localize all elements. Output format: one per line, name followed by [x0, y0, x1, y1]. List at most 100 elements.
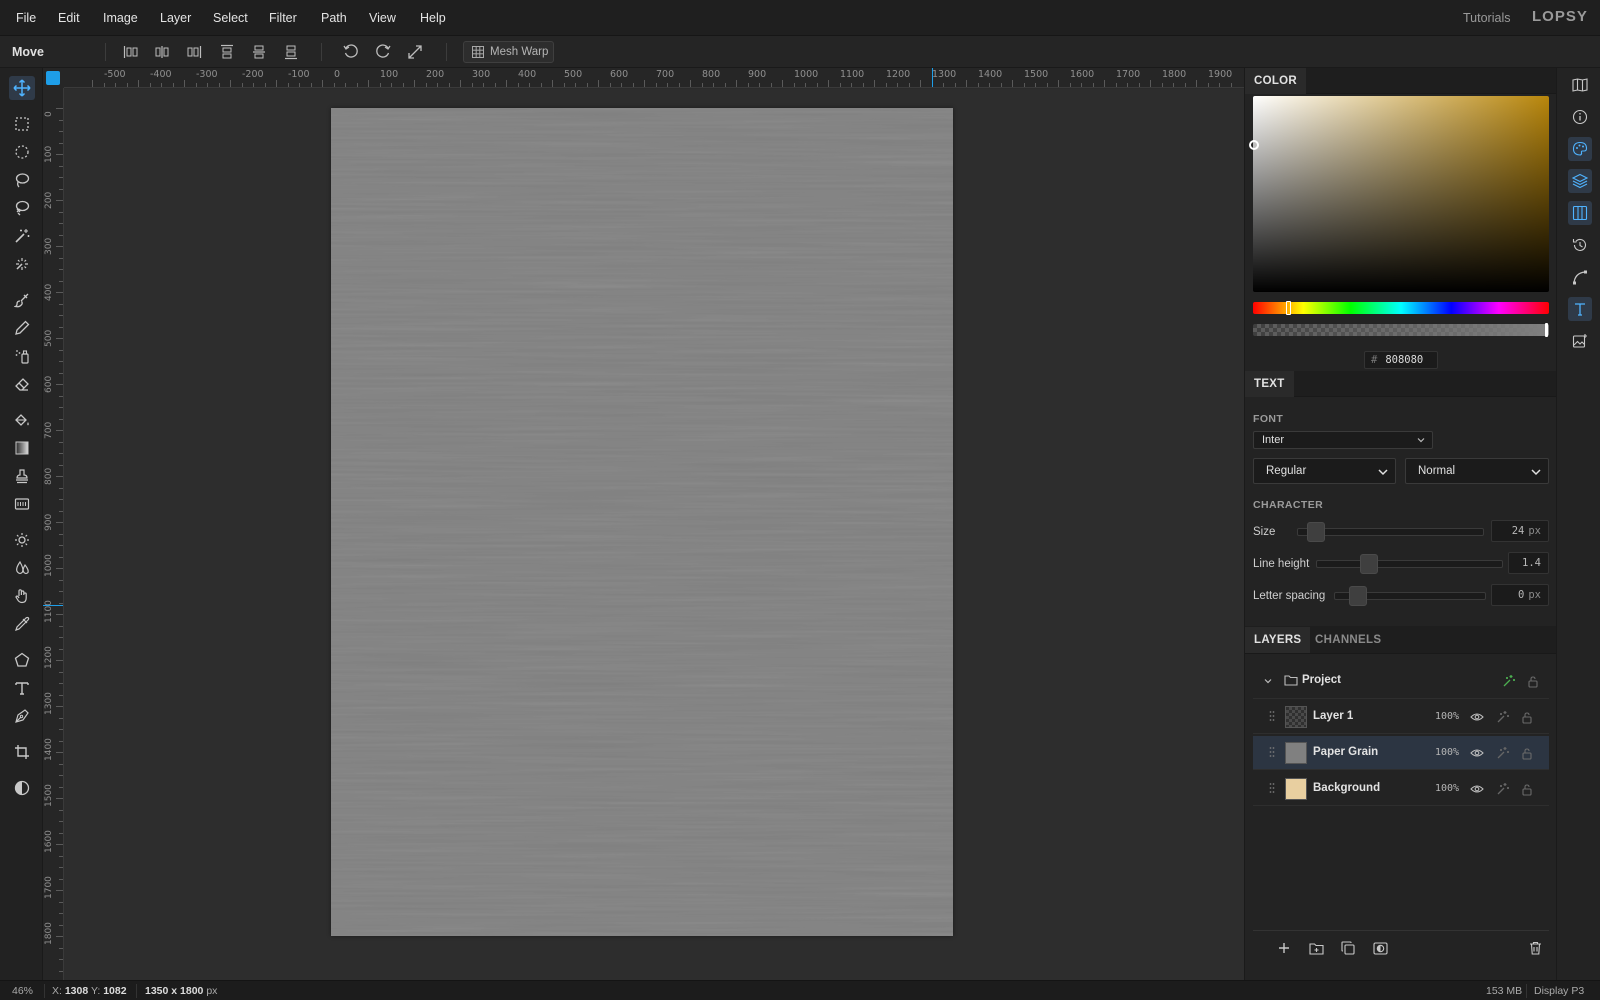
new-group-icon[interactable] — [1306, 938, 1326, 958]
color-picker-cursor[interactable] — [1249, 140, 1259, 150]
line-height-slider-thumb[interactable] — [1360, 554, 1378, 574]
channels-icon[interactable] — [1568, 201, 1592, 225]
effects-icon[interactable] — [1501, 673, 1517, 689]
letter-spacing-input[interactable]: 0 px — [1491, 584, 1549, 606]
polygon-icon[interactable] — [9, 648, 35, 672]
layer-opacity[interactable]: 100% — [1435, 711, 1459, 722]
rotate-left-icon[interactable] — [341, 42, 361, 62]
tab-channels[interactable]: CHANNELS — [1306, 627, 1390, 653]
pattern-stamp-icon[interactable] — [9, 492, 35, 516]
menu-path[interactable]: Path — [321, 11, 347, 25]
layer-opacity[interactable]: 100% — [1435, 747, 1459, 758]
zoom-level[interactable]: 46% — [12, 985, 33, 997]
dodge-icon[interactable] — [9, 528, 35, 552]
eyedropper-icon[interactable] — [9, 612, 35, 636]
menu-layer[interactable]: Layer — [160, 11, 191, 25]
document-canvas[interactable] — [331, 108, 953, 936]
stamp-icon[interactable] — [9, 464, 35, 488]
tab-layers[interactable]: LAYERS — [1245, 627, 1311, 653]
mesh-warp-button[interactable]: Mesh Warp — [463, 41, 554, 63]
menu-select[interactable]: Select — [213, 11, 248, 25]
vertical-ruler[interactable]: 0 100 200 300 400 500 600 700 800 900 1000 1100 1200… — [43, 88, 64, 980]
effects-icon[interactable] — [1495, 709, 1511, 725]
menu-image[interactable]: Image — [103, 11, 138, 25]
layer-name[interactable]: Background — [1313, 782, 1380, 794]
lock-icon[interactable] — [1519, 781, 1535, 797]
lasso-icon[interactable] — [9, 168, 35, 192]
font-weight-select[interactable]: Regular — [1253, 458, 1396, 484]
info-icon[interactable] — [1568, 105, 1592, 129]
alpha-slider[interactable] — [1253, 323, 1549, 337]
gradient-icon[interactable] — [9, 436, 35, 460]
layer-name[interactable]: Layer 1 — [1313, 710, 1353, 722]
horizontal-ruler[interactable]: -500 -400 -300 -200 -100 0 100 200 300 400 500 600 7… — [64, 68, 1244, 88]
navigator-icon[interactable] — [1568, 73, 1592, 97]
line-height-slider[interactable] — [1316, 554, 1503, 574]
eye-icon[interactable] — [1469, 709, 1485, 725]
size-input[interactable]: 24 px — [1491, 520, 1549, 542]
magic-wand-icon[interactable] — [9, 224, 35, 248]
text-panel-icon[interactable] — [1568, 297, 1592, 321]
trash-icon[interactable] — [1525, 938, 1545, 958]
align-top-icon[interactable] — [217, 42, 237, 62]
align-right-icon[interactable] — [184, 42, 204, 62]
quick-select-icon[interactable] — [9, 252, 35, 276]
paths-icon[interactable] — [1568, 265, 1592, 289]
image-adjust-icon[interactable] — [1568, 329, 1592, 353]
rectangle-select-icon[interactable] — [9, 112, 35, 136]
layer-row-background[interactable]: Background 100% — [1253, 772, 1549, 806]
smudge-icon[interactable] — [9, 584, 35, 608]
alpha-slider-handle[interactable] — [1545, 323, 1548, 337]
hex-color-input[interactable]: # 808080 — [1364, 351, 1438, 369]
text-tool-icon[interactable] — [9, 676, 35, 700]
layer-mask-icon[interactable] — [1370, 938, 1390, 958]
drag-handle-icon[interactable] — [1269, 782, 1275, 794]
layer-name[interactable]: Paper Grain — [1313, 746, 1378, 758]
pencil-icon[interactable] — [9, 316, 35, 340]
align-bottom-icon[interactable] — [281, 42, 301, 62]
align-center-horizontal-icon[interactable] — [152, 42, 172, 62]
align-left-icon[interactable] — [121, 42, 141, 62]
lock-icon[interactable] — [1519, 709, 1535, 725]
ellipse-select-icon[interactable] — [9, 140, 35, 164]
color-profile[interactable]: Display P3 — [1534, 985, 1584, 997]
layer-group-project[interactable]: Project — [1253, 664, 1549, 699]
menu-file[interactable]: File — [16, 11, 36, 25]
spray-icon[interactable] — [9, 344, 35, 368]
blur-icon[interactable] — [9, 556, 35, 580]
menu-view[interactable]: View — [369, 11, 396, 25]
effects-icon[interactable] — [1495, 745, 1511, 761]
size-slider-thumb[interactable] — [1307, 522, 1325, 542]
tab-text[interactable]: TEXT — [1245, 371, 1294, 397]
size-slider[interactable] — [1297, 522, 1484, 542]
color-palette-icon[interactable] — [1568, 137, 1592, 161]
lock-icon[interactable] — [1519, 745, 1535, 761]
paint-bucket-icon[interactable] — [9, 408, 35, 432]
expand-icon[interactable] — [405, 42, 425, 62]
layers-icon[interactable] — [1568, 169, 1592, 193]
letter-spacing-slider[interactable] — [1334, 586, 1486, 606]
menu-filter[interactable]: Filter — [269, 11, 297, 25]
brush-icon[interactable] — [9, 288, 35, 312]
layer-opacity[interactable]: 100% — [1435, 783, 1459, 794]
effects-icon[interactable] — [1495, 781, 1511, 797]
menu-help[interactable]: Help — [420, 11, 446, 25]
add-layer-icon[interactable] — [1274, 938, 1294, 958]
contrast-icon[interactable] — [9, 776, 35, 800]
eye-icon[interactable] — [1469, 745, 1485, 761]
saturation-value-picker[interactable] — [1249, 96, 1549, 292]
duplicate-layer-icon[interactable] — [1338, 938, 1358, 958]
ruler-origin-marker[interactable] — [46, 71, 60, 85]
line-height-input[interactable]: 1.4 — [1508, 552, 1549, 574]
lock-icon[interactable] — [1525, 673, 1541, 689]
history-icon[interactable] — [1568, 233, 1592, 257]
layer-row-paper-grain[interactable]: Paper Grain 100% — [1253, 736, 1549, 770]
move-tool-icon[interactable] — [9, 76, 35, 100]
layer-row-layer-1[interactable]: Layer 1 100% — [1253, 700, 1549, 734]
magnetic-lasso-icon[interactable] — [9, 196, 35, 220]
tab-color[interactable]: COLOR — [1245, 68, 1307, 94]
pen-tool-icon[interactable] — [9, 704, 35, 728]
eraser-icon[interactable] — [9, 372, 35, 396]
letter-spacing-slider-thumb[interactable] — [1349, 586, 1367, 606]
align-middle-vertical-icon[interactable] — [249, 42, 269, 62]
